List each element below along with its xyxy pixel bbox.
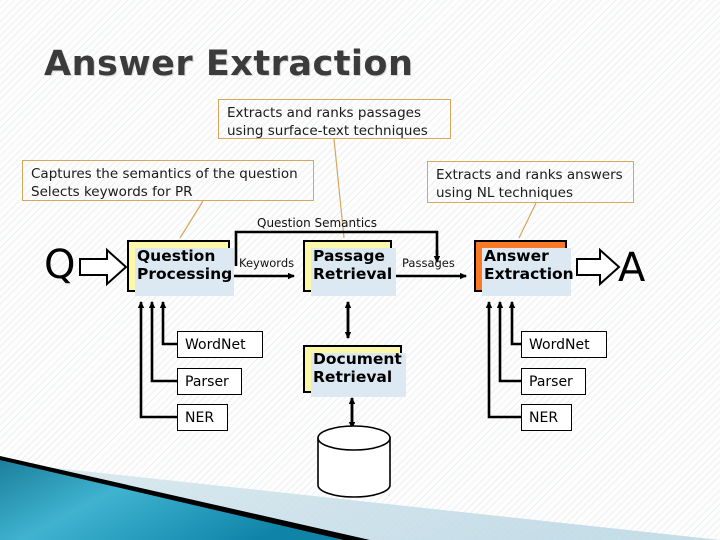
callout-line-2: using NL techniques [436, 184, 574, 201]
left-resource-wires [137, 301, 177, 419]
callout-passage-retrieval: Extracts and ranks passages using surfac… [218, 99, 451, 139]
right-resource-wires [485, 301, 521, 419]
node-parser-left[interactable]: Parser [177, 368, 242, 395]
node-label-line-2: Retrieval [313, 368, 393, 386]
callout-line-1: Extracts and ranks passages [227, 105, 421, 121]
resource-label: WordNet [529, 336, 590, 353]
callout-line-1: Extracts and ranks answers [436, 167, 623, 183]
resource-label: Parser [185, 373, 229, 390]
input-block-arrow-icon [79, 247, 128, 287]
node-parser-right[interactable]: Parser [521, 368, 586, 395]
resource-label: NER [529, 409, 559, 426]
resource-label: NER [185, 409, 215, 426]
node-label-line-1: Question [137, 247, 216, 266]
document-collection-cylinder-icon [317, 425, 391, 498]
slide-canvas: Answer Extraction Extracts and ranks pas… [0, 0, 720, 540]
input-question-glyph: Q [44, 242, 76, 288]
callout-line-2: using surface-text techniques [227, 122, 428, 139]
deco-teal-wedge [0, 460, 344, 540]
node-ner-right[interactable]: NER [521, 404, 572, 431]
output-block-arrow-icon [576, 247, 621, 287]
callout-question-processing: Captures the semantics of the question S… [22, 160, 314, 201]
callout-answer-extraction: Extracts and ranks answers using NL tech… [427, 161, 634, 203]
edge-label-question-semantics: Question Semantics [257, 216, 378, 230]
callout-line-1: Captures the semantics of the question [31, 166, 298, 182]
node-wordnet-left[interactable]: WordNet [177, 331, 263, 358]
node-label-line-1: Passage [313, 247, 385, 266]
node-question-processing[interactable]: Question Processing [127, 240, 234, 296]
page-title: Answer Extraction [44, 44, 414, 84]
edge-label-passages: Passages [402, 256, 455, 270]
node-label-line-2: Extraction [484, 265, 574, 283]
deco-light-wedge [0, 462, 720, 540]
resource-label: Parser [529, 373, 573, 390]
node-document-retrieval[interactable]: Document Retrieval [303, 345, 406, 397]
resource-label: WordNet [185, 336, 246, 353]
node-label-line-2: Processing [137, 265, 233, 283]
node-label-line-1: Answer [484, 247, 549, 266]
edge-label-keywords: Keywords [239, 256, 295, 270]
node-label-line-1: Document [313, 350, 402, 369]
node-passage-retrieval[interactable]: Passage Retrieval [303, 240, 396, 296]
node-wordnet-right[interactable]: WordNet [521, 331, 607, 358]
callout-line-2: Selects keywords for PR [31, 183, 193, 200]
output-answer-glyph: A [618, 245, 646, 291]
node-ner-left[interactable]: NER [177, 404, 228, 431]
deco-black-stripe [0, 456, 370, 540]
node-label-line-2: Retrieval [313, 265, 393, 283]
node-answer-extraction[interactable]: Answer Extraction [474, 240, 574, 296]
